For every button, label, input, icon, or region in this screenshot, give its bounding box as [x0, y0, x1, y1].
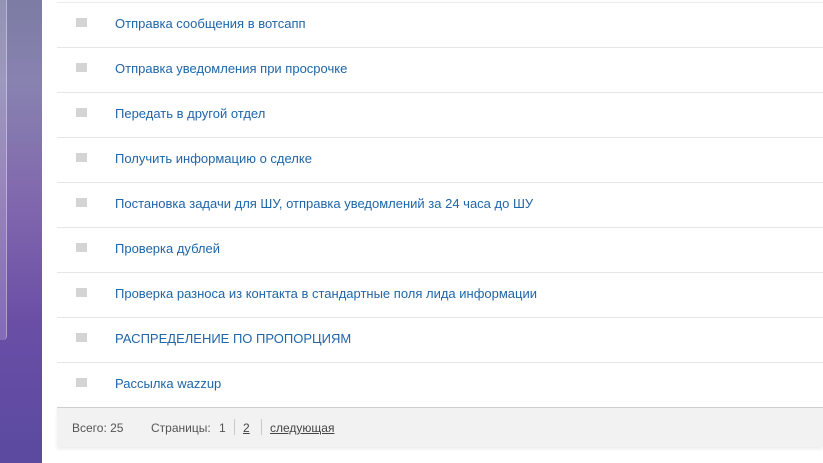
row-checkbox[interactable] — [76, 378, 87, 387]
item-link[interactable]: Отправка сообщения в вотсапп — [115, 16, 306, 31]
row-checkbox[interactable] — [76, 63, 87, 72]
row-checkbox[interactable] — [76, 288, 87, 297]
item-link[interactable]: Рассылка wazzup — [115, 376, 221, 391]
main-content: Отправка сообщения в вотсапп Отправка ув… — [57, 0, 823, 463]
item-link[interactable]: Постановка задачи для ШУ, отправка уведо… — [115, 196, 533, 211]
item-link[interactable]: Получить информацию о сделке — [115, 151, 312, 166]
current-page: 1 — [219, 421, 226, 435]
pages-label: Страницы: — [151, 421, 211, 435]
divider — [261, 419, 262, 435]
item-link[interactable]: Проверка дублей — [115, 241, 220, 256]
row-checkbox[interactable] — [76, 333, 87, 342]
list-item: Постановка задачи для ШУ, отправка уведо… — [57, 183, 823, 228]
item-link[interactable]: Передать в другой отдел — [115, 106, 265, 121]
item-link[interactable]: Проверка разноса из контакта в стандартн… — [115, 286, 537, 301]
list-item: Отправка уведомления при просрочке — [57, 48, 823, 93]
list-item: Рассылка wazzup — [57, 363, 823, 408]
row-checkbox[interactable] — [76, 108, 87, 117]
total-count: Всего: 25 — [72, 421, 124, 435]
divider — [234, 419, 235, 435]
item-link[interactable]: Отправка уведомления при просрочке — [115, 61, 347, 76]
list-item: Передать в другой отдел — [57, 93, 823, 138]
sidebar-panel-edge — [0, 0, 7, 340]
page-2-link[interactable]: 2 — [243, 421, 250, 435]
next-page-link[interactable]: следующая — [270, 421, 334, 435]
pagination-footer: Всего: 25 Страницы: 1 2 следующая — [57, 407, 823, 447]
list-item: Проверка дублей — [57, 228, 823, 273]
list-item: Проверка разноса из контакта в стандартн… — [57, 273, 823, 318]
business-process-list: Отправка сообщения в вотсапп Отправка ув… — [57, 3, 823, 408]
list-item: Отправка сообщения в вотсапп — [57, 3, 823, 48]
row-checkbox[interactable] — [76, 243, 87, 252]
list-item: РАСПРЕДЕЛЕНИЕ ПО ПРОПОРЦИЯМ — [57, 318, 823, 363]
row-checkbox[interactable] — [76, 198, 87, 207]
list-item: Получить информацию о сделке — [57, 138, 823, 183]
item-link[interactable]: РАСПРЕДЕЛЕНИЕ ПО ПРОПОРЦИЯМ — [115, 331, 351, 346]
row-checkbox[interactable] — [76, 18, 87, 27]
row-checkbox[interactable] — [76, 153, 87, 162]
content-gutter — [42, 0, 57, 463]
